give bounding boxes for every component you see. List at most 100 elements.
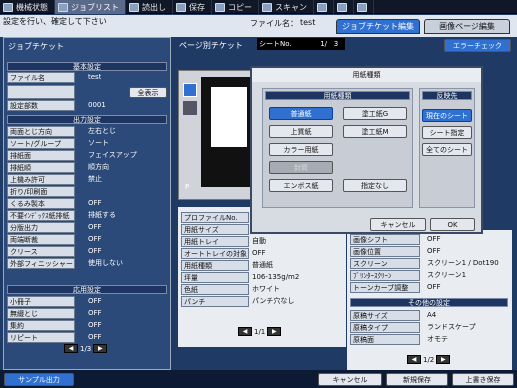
menu-recall[interactable]: 読出し: [126, 0, 173, 14]
page-setting-value: 自動: [252, 237, 266, 245]
menu-label: 機械状態: [16, 2, 48, 12]
output-setting-label[interactable]: ソート/グループ: [7, 138, 75, 149]
other-setting-label[interactable]: 原稿面: [350, 334, 420, 345]
paper-envelope-button[interactable]: 封筒: [269, 161, 333, 174]
apply-setting-value: OFF: [88, 309, 102, 317]
paper-coated-g-button[interactable]: 塗工紙G: [343, 107, 407, 120]
output-setting-label[interactable]: 分版出力: [7, 222, 75, 233]
apply-setting-label[interactable]: リピート: [7, 332, 75, 343]
output-setting-label[interactable]: 外部フィニッシャー: [7, 258, 75, 269]
error-check-button[interactable]: エラーチェック: [444, 39, 511, 52]
tab-jobticket-edit[interactable]: ジョブチケット編集: [336, 19, 420, 34]
other-setting-value: オモテ: [427, 335, 448, 343]
output-setting-label[interactable]: 折り/印刷面: [7, 186, 75, 197]
output-setting-label[interactable]: くるみ製本: [7, 198, 75, 209]
output-setting-value: OFF: [88, 235, 102, 243]
image-setting-label[interactable]: ﾌﾞﾘﾝﾀｰｽｸﾘｰﾝ: [350, 270, 420, 281]
menu-box[interactable]: [314, 0, 334, 14]
page-setting-label[interactable]: プロファイルNo.: [181, 212, 249, 223]
next-page-button[interactable]: ▶: [436, 355, 451, 364]
other-setting-label[interactable]: 原稿タイプ: [350, 322, 420, 333]
output-setting-value: OFF: [88, 247, 102, 255]
output-setting-label[interactable]: 排紙面: [7, 150, 75, 161]
page-setting-value: OFF: [252, 249, 266, 257]
menu-save[interactable]: 保存: [173, 0, 212, 14]
mid-pager: ◀ 1/1 ▶: [238, 326, 282, 337]
filename-value: test: [300, 18, 316, 27]
output-setting-label[interactable]: 上機み許可: [7, 174, 75, 185]
tab-page-edit[interactable]: 画像ページ編集: [424, 19, 510, 34]
output-setting-label[interactable]: 不要ｲﾝﾃﾞｯｸｽ紙排紙: [7, 210, 75, 221]
menu-scan[interactable]: スキャン: [259, 0, 314, 14]
image-setting-label[interactable]: 画像位置: [350, 246, 420, 257]
filename-row-value: test: [88, 73, 102, 81]
dialog-cancel-button[interactable]: キャンセル: [370, 218, 426, 231]
prev-page-button[interactable]: ◀: [238, 327, 252, 336]
copies-label[interactable]: 設定部数: [7, 100, 75, 111]
section-basic: 基本設定: [7, 62, 167, 71]
cancel-button[interactable]: キャンセル: [318, 373, 382, 386]
reflect-target-group: 反映先 現在のシート シート指定 全てのシート: [419, 88, 475, 208]
paper-plain-button[interactable]: 普通紙: [269, 107, 333, 120]
section-output: 出力設定: [7, 115, 167, 124]
reflect-specify-button[interactable]: シート指定: [422, 126, 472, 139]
page-setting-label[interactable]: パンチ: [181, 296, 249, 307]
document-thumbnail: [211, 87, 247, 147]
page-thumb[interactable]: [183, 101, 197, 115]
output-setting-label[interactable]: 排紙順: [7, 162, 75, 173]
menu-help[interactable]: [354, 0, 374, 14]
image-setting-label[interactable]: トーンカーブ調整: [350, 282, 420, 293]
new-save-button[interactable]: 新規保存: [386, 373, 448, 386]
page-setting-label[interactable]: 用紙種類: [181, 260, 249, 271]
overwrite-save-button[interactable]: 上書き保存: [452, 373, 514, 386]
output-setting-label[interactable]: 両端断裁: [7, 234, 75, 245]
page-setting-label[interactable]: 坪量: [181, 272, 249, 283]
apply-setting-label[interactable]: 小冊子: [7, 296, 75, 307]
page-thumb-selected[interactable]: [183, 83, 197, 97]
sample-output-button[interactable]: サンプル出力: [4, 373, 74, 386]
menu-job-list[interactable]: ジョブリスト: [55, 0, 126, 14]
page-setting-value: 106-135g/m2: [252, 273, 300, 281]
paper-type-dialog: 用紙種類 用紙種類 普通紙 塗工紙G 上質紙 塗工紙M カラー用紙 封筒 エンボ…: [250, 66, 483, 234]
apply-setting-value: OFF: [88, 321, 102, 329]
apply-setting-label[interactable]: 無綴とじ: [7, 308, 75, 319]
dialog-ok-button[interactable]: OK: [430, 218, 475, 231]
image-setting-label[interactable]: 画像シフト: [350, 234, 420, 245]
output-setting-label[interactable]: クリース: [7, 246, 75, 257]
box-icon: [317, 2, 327, 12]
output-setting-label[interactable]: 両面とじ方向: [7, 126, 75, 137]
dialog-title: 用紙種類: [252, 68, 481, 82]
output-setting-value: OFF: [88, 223, 102, 231]
show-all-button[interactable]: 全表示: [129, 87, 167, 98]
image-setting-label[interactable]: スクリーン: [350, 258, 420, 269]
output-setting-value: 排紙する: [88, 211, 116, 219]
menu-copy[interactable]: コピー: [212, 0, 259, 14]
next-page-button[interactable]: ▶: [93, 344, 108, 353]
page-setting-label[interactable]: 色紙: [181, 284, 249, 295]
reflect-current-button[interactable]: 現在のシート: [422, 109, 472, 122]
paper-color-button[interactable]: カラー用紙: [269, 143, 333, 156]
next-page-button[interactable]: ▶: [267, 327, 282, 336]
menu-label: 保存: [189, 2, 205, 12]
paper-emboss-button[interactable]: エンボス紙: [269, 179, 333, 192]
copy-icon: [215, 2, 225, 12]
output-setting-value: 左右とじ: [88, 127, 116, 135]
page-setting-label[interactable]: 用紙サイズ: [181, 224, 249, 235]
paper-fine-button[interactable]: 上質紙: [269, 125, 333, 138]
menu-volume[interactable]: [334, 0, 354, 14]
right-settings-list: 画像シフト OFF 画像位置 OFF スクリーン スクリーン1 / Dot190 ﾌﾞﾘﾝﾀ…: [347, 230, 512, 370]
image-setting-value: OFF: [427, 247, 441, 255]
prev-page-button[interactable]: ◀: [64, 344, 78, 353]
other-setting-label[interactable]: 原稿サイズ: [350, 310, 420, 321]
page-setting-label[interactable]: 用紙トレイ: [181, 236, 249, 247]
paper-none-button[interactable]: 指定なし: [343, 179, 407, 192]
menu-label: スキャン: [275, 2, 307, 12]
paper-coated-m-button[interactable]: 塗工紙M: [343, 125, 407, 138]
filename-row-label[interactable]: ファイル名: [7, 72, 75, 83]
page-setting-label[interactable]: オートトレイの対象: [181, 248, 249, 259]
prev-page-button[interactable]: ◀: [407, 355, 421, 364]
menu-machine-status[interactable]: 機械状態: [0, 0, 55, 14]
apply-setting-label[interactable]: 集約: [7, 320, 75, 331]
reflect-all-button[interactable]: 全てのシート: [422, 143, 472, 156]
output-setting-value: OFF: [88, 199, 102, 207]
